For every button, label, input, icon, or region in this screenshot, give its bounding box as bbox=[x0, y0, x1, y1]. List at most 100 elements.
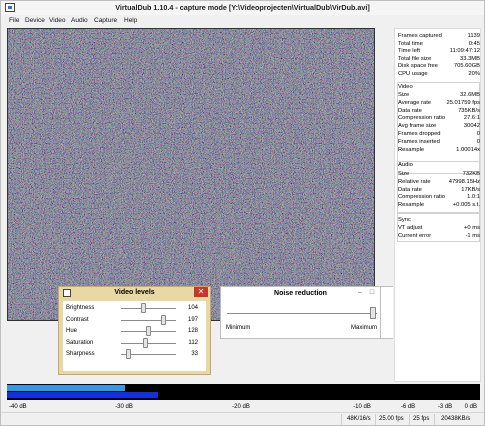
video-stat-row: Size 32.6MB bbox=[398, 91, 480, 99]
level-label: Sharpness bbox=[66, 351, 95, 357]
level-slider-thumb[interactable] bbox=[160, 314, 166, 325]
status-data-rate: 20438KB/s bbox=[441, 416, 471, 422]
menu-device[interactable]: Device bbox=[25, 17, 45, 24]
menu-audio[interactable]: Audio bbox=[71, 17, 88, 24]
title-bar[interactable]: VirtualDub 1.10.4 - capture mode [Y:\Vid… bbox=[1, 1, 484, 15]
level-value: 104 bbox=[187, 305, 198, 311]
audio-stat-row: Compression ratio 1.0:1 bbox=[398, 193, 480, 201]
capture-stats-panel: Video Audio Sync Frames captured 1139 Tota… bbox=[394, 28, 481, 382]
stat-label: Compression ratio bbox=[398, 194, 446, 201]
level-label: Contrast bbox=[66, 316, 89, 323]
stat-value: 735KB/s bbox=[458, 107, 480, 114]
status-audio-format: 48K/16/s bbox=[347, 416, 371, 422]
stat-label: Frames inserted bbox=[398, 138, 440, 145]
sync-stat-row: VT adjust +0 ms bbox=[398, 224, 480, 232]
stat-label: Relative rate bbox=[398, 178, 431, 185]
window-title: VirtualDub 1.10.4 - capture mode [Y:\Vid… bbox=[115, 3, 370, 12]
level-label: Brightness bbox=[66, 305, 95, 311]
video-stat-row: Data rate 735KB/s bbox=[398, 107, 480, 115]
level-row-contrast: Contrast 197 bbox=[66, 314, 206, 326]
stat-label: VT adjust bbox=[398, 225, 423, 231]
stat-value: 0 bbox=[476, 138, 480, 145]
noise-min-label: Minimum bbox=[226, 325, 251, 331]
stat-label: Data rate bbox=[398, 107, 422, 114]
audio-section-title: Audio bbox=[398, 162, 413, 168]
db-label: -6 dB bbox=[400, 404, 416, 410]
stat-value: 32.6MB bbox=[460, 92, 480, 98]
db-label: -10 dB bbox=[353, 404, 371, 410]
video-levels-body: Brightness 104 Contrast 197 Hue 128 Saturation… bbox=[63, 301, 206, 371]
db-label: -40 dB bbox=[9, 404, 27, 410]
video-section-title: Video bbox=[398, 84, 413, 90]
level-slider-thumb[interactable] bbox=[142, 337, 148, 348]
stat-label: CPU usage bbox=[398, 71, 428, 77]
noise-reduction-slider[interactable] bbox=[369, 307, 376, 319]
stat-label: Resample bbox=[398, 202, 425, 209]
menu-file[interactable]: File bbox=[9, 17, 19, 24]
level-row-saturation: Saturation 112 bbox=[66, 337, 206, 349]
menu-help[interactable]: Help bbox=[124, 17, 137, 24]
video-levels-dialog: Video levels ✕ Brightness 104 Contrast 197 H… bbox=[58, 286, 211, 375]
level-slider-thumb[interactable] bbox=[125, 349, 131, 359]
stat-value: 1.00014x bbox=[456, 146, 480, 153]
video-levels-title: Video levels bbox=[114, 289, 155, 296]
stat-value: 27.6:1 bbox=[463, 115, 480, 122]
level-value: 128 bbox=[187, 328, 198, 334]
video-stat-row: Resample 1.00014x bbox=[398, 146, 480, 154]
level-row-brightness: Brightness 104 bbox=[66, 303, 206, 314]
audio-level-right bbox=[7, 392, 159, 398]
level-value: 112 bbox=[188, 339, 198, 346]
stat-label: Compression ratio bbox=[398, 115, 446, 122]
stat-value: 17KB/s bbox=[461, 186, 480, 193]
db-label: -3 dB bbox=[437, 404, 453, 410]
level-row-hue: Hue 128 bbox=[66, 326, 206, 337]
level-value: 197 bbox=[187, 316, 198, 323]
level-label: Saturation bbox=[66, 339, 94, 346]
minimize-icon[interactable]: – bbox=[356, 289, 364, 297]
stat-row: CPU usage 20% bbox=[398, 70, 480, 78]
restore-icon[interactable]: □ bbox=[368, 289, 376, 297]
level-label: Hue bbox=[66, 328, 78, 334]
stat-label: Avg frame size bbox=[398, 123, 437, 130]
level-track bbox=[121, 342, 176, 344]
level-track bbox=[121, 308, 176, 309]
dialog-edge bbox=[381, 286, 393, 339]
stat-label: Data rate bbox=[398, 186, 422, 193]
audio-stat-row: Resample +0.005 s.t. bbox=[398, 201, 480, 209]
video-stat-row: Frames inserted 0 bbox=[398, 138, 480, 146]
video-stat-row: Avg frame size 30042 bbox=[398, 122, 480, 130]
audio-stat-row: Size 732KB bbox=[398, 170, 480, 178]
level-track bbox=[121, 319, 176, 321]
status-frame-rate: 25.00 fps bbox=[379, 416, 404, 422]
video-stat-row: Frames dropped 0 bbox=[398, 130, 480, 138]
menu-bar: File Device Video Audio Capture Help bbox=[1, 15, 484, 26]
stat-label: Current error bbox=[398, 232, 432, 239]
stat-value: 1.0:1 bbox=[467, 194, 480, 201]
menu-capture[interactable]: Capture bbox=[94, 17, 117, 24]
audio-stat-row: Relative rate 47998.15Hz bbox=[398, 178, 480, 186]
audio-level-meter bbox=[7, 384, 480, 400]
audio-stat-row: Data rate 17KB/s bbox=[398, 186, 480, 194]
audio-level-left bbox=[7, 385, 126, 391]
stat-value: 30042 bbox=[463, 123, 480, 130]
stat-value: 732KB bbox=[462, 171, 480, 177]
db-scale: -40 dB -30 dB -20 dB -10 dB -6 dB -3 dB 0 dB bbox=[7, 402, 480, 412]
video-preview bbox=[7, 28, 375, 321]
noise-reduction-dialog: Noise reduction – □ Minimum Maximum bbox=[220, 286, 381, 339]
stat-value: 25.01759 fps bbox=[446, 99, 480, 106]
close-icon[interactable]: ✕ bbox=[194, 287, 208, 297]
video-stat-row: Compression ratio 27.6:1 bbox=[398, 114, 480, 122]
level-value: 33 bbox=[191, 351, 198, 357]
level-slider-thumb[interactable] bbox=[141, 303, 147, 313]
noise-reduction-track bbox=[227, 313, 377, 314]
stat-label: Size bbox=[398, 92, 410, 98]
video-stat-row: Average rate 25.01759 fps bbox=[398, 99, 480, 107]
status-bar: 48K/16/s 25.00 fps 25 fps 20438KB/s bbox=[1, 412, 484, 426]
noise-max-label: Maximum bbox=[350, 325, 377, 331]
sync-section-title: Sync bbox=[398, 217, 411, 223]
stat-label: Average rate bbox=[398, 99, 432, 106]
menu-video[interactable]: Video bbox=[49, 17, 66, 24]
video-levels-title-bar[interactable]: Video levels ✕ bbox=[59, 287, 210, 299]
level-slider-thumb[interactable] bbox=[146, 326, 151, 336]
stat-value: 0 bbox=[476, 131, 480, 137]
